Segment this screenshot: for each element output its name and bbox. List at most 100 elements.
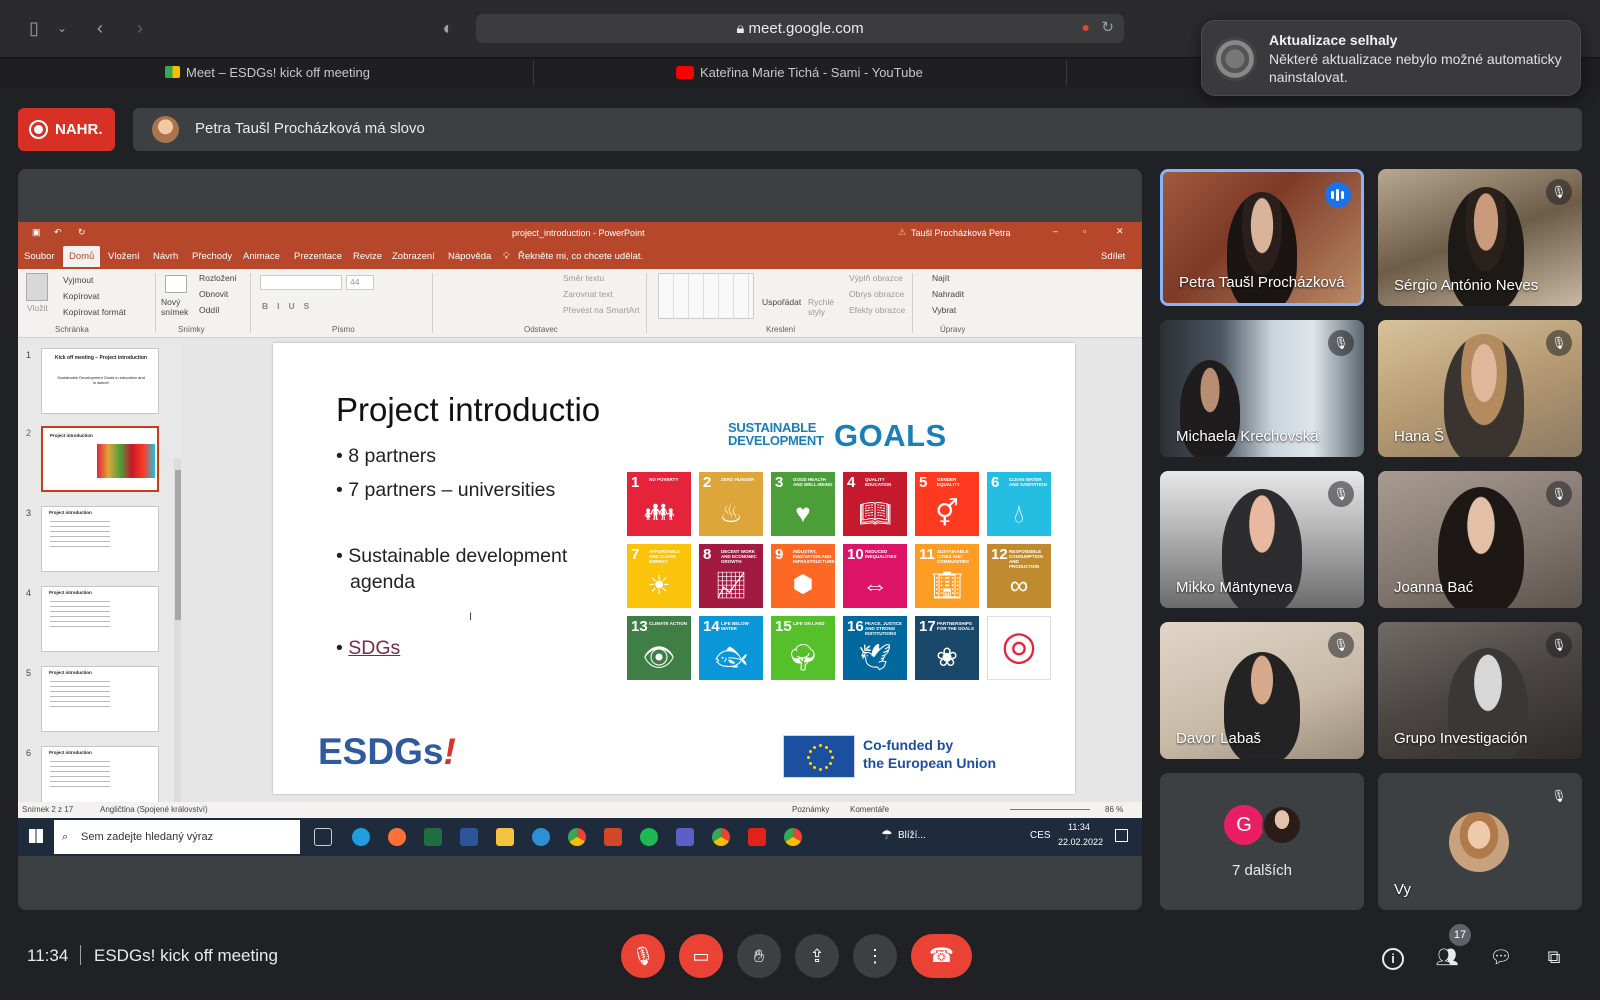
sidebar-toggle-icon[interactable]: ▯ bbox=[22, 16, 46, 40]
sdg-number: 1 bbox=[631, 474, 640, 491]
undo-icon: ↶ bbox=[54, 227, 62, 237]
powerpoint-menu: Soubor Domů Vložení Návrh Přechody Anima… bbox=[18, 244, 1142, 269]
window-title: project_introduction - PowerPoint bbox=[512, 228, 645, 238]
thumb-text bbox=[50, 597, 110, 627]
equality-icon: ⇔ bbox=[862, 570, 888, 600]
participant-tile[interactable]: 🎙︎ Sérgio António Neves bbox=[1378, 169, 1582, 306]
sdg-label: PARTNERSHIPS FOR THE GOALS bbox=[937, 621, 974, 631]
thumb-number: 6 bbox=[26, 748, 32, 758]
activities-icon: ⧉ bbox=[1547, 947, 1561, 967]
self-tile[interactable]: 🎙︎ Vy bbox=[1378, 773, 1582, 910]
participant-name: Grupo Investigación bbox=[1394, 730, 1528, 747]
address-bar[interactable]: 🔒︎ meet.google.com ● ↻ bbox=[476, 14, 1124, 43]
minimize-icon: – bbox=[1053, 226, 1059, 236]
mic-off-icon: 🎙︎ bbox=[631, 946, 655, 966]
settings-gear-icon bbox=[1213, 37, 1257, 81]
participant-tile[interactable]: 🎙︎ Grupo Investigación bbox=[1378, 622, 1582, 759]
search-icon: ⌕ bbox=[62, 831, 69, 843]
folder-icon bbox=[496, 828, 514, 846]
thumbnail: Project introduction bbox=[41, 666, 159, 732]
sdg-tile: ◎ bbox=[987, 616, 1051, 680]
sdg-tile: 10 REDUCED INEQUALITIES ⇔ bbox=[843, 544, 907, 608]
language: Angličtina (Spojené království) bbox=[100, 805, 208, 814]
thumb-subtitle: Sustainable Development Goals in educati… bbox=[57, 375, 145, 385]
present-button[interactable]: ⇪ bbox=[795, 934, 839, 978]
chat-button[interactable]: 💬︎ bbox=[1488, 944, 1514, 970]
sdg-number: 9 bbox=[775, 546, 784, 563]
more-options-button[interactable]: ⋮ bbox=[853, 934, 897, 978]
fish-icon: 🐟︎ bbox=[714, 642, 748, 672]
sdg-label: CLIMATE ACTION bbox=[649, 621, 687, 626]
leave-call-button[interactable]: ☎︎ bbox=[911, 934, 972, 978]
participant-tile[interactable]: 🎙︎ Mikko Mäntyneva bbox=[1160, 471, 1364, 608]
participant-tile[interactable]: 🎙︎ Davor Labaš bbox=[1160, 622, 1364, 759]
shield-icon[interactable]: ◐ bbox=[438, 16, 458, 40]
eu-funding-text: Co-funded by the European Union bbox=[863, 736, 996, 772]
reload-icon[interactable]: ↻ bbox=[1101, 18, 1114, 36]
sdg-number: 16 bbox=[847, 618, 864, 635]
menu-napoveda: Nápověda bbox=[448, 251, 492, 262]
slide-counter: Snímek 2 z 17 bbox=[22, 805, 74, 814]
close-icon: ✕ bbox=[1116, 226, 1124, 236]
family-icon: 👪︎ bbox=[643, 499, 675, 526]
divider bbox=[912, 273, 913, 333]
sdg-number: 7 bbox=[631, 546, 640, 563]
group-clipboard: Schránka bbox=[55, 325, 89, 334]
mic-off-icon: 🎙︎ bbox=[1328, 481, 1354, 507]
sdg-tile: 17 PARTNERSHIPS FOR THE GOALS ❀ bbox=[915, 616, 979, 680]
slide-title: Project introductio bbox=[336, 391, 601, 428]
thumb-title: Project introduction bbox=[49, 670, 92, 675]
layout-label: Rozložení bbox=[199, 273, 237, 283]
participant-tile[interactable]: 🎙︎ Michaela Krechovská bbox=[1160, 320, 1364, 457]
thumbnail: Kick off meeting – Project introduction … bbox=[41, 348, 159, 414]
tab-youtube[interactable]: Kateřina Marie Tichá - Sami - YouTube bbox=[676, 58, 923, 88]
sdg-label: LIFE ON LAND bbox=[793, 621, 825, 626]
participant-tile[interactable]: Petra Taušl Procházková bbox=[1160, 169, 1364, 306]
forward-icon[interactable]: › bbox=[130, 16, 150, 40]
copy-label: Kopírovat bbox=[63, 291, 100, 301]
new-slide-icon bbox=[165, 275, 187, 293]
presentation-stage[interactable]: ▣ ↶ ↻ project_introduction - PowerPoint … bbox=[18, 169, 1142, 910]
bullet: • SDGs bbox=[336, 637, 401, 659]
present-screen-icon: ⇪ bbox=[809, 946, 825, 966]
sdg-label: REDUCED INEQUALITIES bbox=[865, 549, 897, 559]
activities-button[interactable]: ⧉ bbox=[1541, 944, 1567, 970]
tell-me: Řekněte mi, co chcete udělat. bbox=[518, 251, 644, 262]
back-icon[interactable]: ‹ bbox=[90, 16, 110, 40]
raise-hand-button[interactable]: ✋︎ bbox=[737, 934, 781, 978]
participant-tile[interactable]: 🎙︎ Joanna Bać bbox=[1378, 471, 1582, 608]
camera-off-icon: ▭ bbox=[692, 946, 710, 966]
warning-icon: ⚠ bbox=[898, 227, 907, 237]
menu-prezentace: Prezentace bbox=[294, 251, 343, 262]
slide-canvas: Project introductio • 8 partners • 7 par… bbox=[181, 338, 1142, 802]
tab-meet[interactable]: Meet – ESDGs! kick off meeting bbox=[165, 58, 370, 88]
avatar bbox=[1262, 805, 1302, 845]
update-notification[interactable]: Aktualizace selhaly Některé aktualizace … bbox=[1201, 20, 1581, 96]
sdg-header-goals: GOALS bbox=[834, 418, 947, 453]
recording-button[interactable]: NAHR. bbox=[18, 108, 115, 151]
more-participants-tile[interactable]: G 7 dalších bbox=[1160, 773, 1364, 910]
camera-toggle-button[interactable]: ▭ bbox=[679, 934, 723, 978]
menu-soubor: Soubor bbox=[24, 251, 55, 262]
people-button[interactable]: 👥︎ bbox=[1434, 944, 1460, 970]
star-icon bbox=[825, 766, 828, 770]
select-label: Vybrat bbox=[932, 305, 957, 315]
participant-name: Sérgio António Neves bbox=[1394, 277, 1539, 294]
menu-zobrazeni: Zobrazení bbox=[392, 251, 435, 262]
star-icon bbox=[829, 750, 833, 753]
arrange-label: Uspořádat bbox=[762, 297, 802, 307]
sdg-tile: 8 DECENT WORK AND ECONOMIC GROWTH 📈︎ bbox=[699, 544, 763, 608]
bullet-text: 8 partners bbox=[348, 445, 437, 467]
meeting-info-button[interactable]: i bbox=[1380, 944, 1406, 970]
thumb-title: Project introduction bbox=[50, 433, 93, 438]
participant-tile[interactable]: 🎙︎ Hana Š bbox=[1378, 320, 1582, 457]
thumb-title: Project introduction bbox=[49, 750, 92, 755]
mic-toggle-button[interactable]: 🎙︎ bbox=[621, 934, 665, 978]
teams-icon bbox=[676, 828, 694, 846]
microphone-icon[interactable]: ● bbox=[1082, 19, 1090, 35]
mic-off-icon: 🎙︎ bbox=[1546, 330, 1572, 356]
chevron-down-icon[interactable]: ⌄ bbox=[54, 16, 70, 40]
comments-button: Komentáře bbox=[850, 805, 890, 814]
shape-effects-label: Efekty obrazce bbox=[849, 305, 906, 315]
sun-icon: ☀ bbox=[647, 570, 671, 600]
